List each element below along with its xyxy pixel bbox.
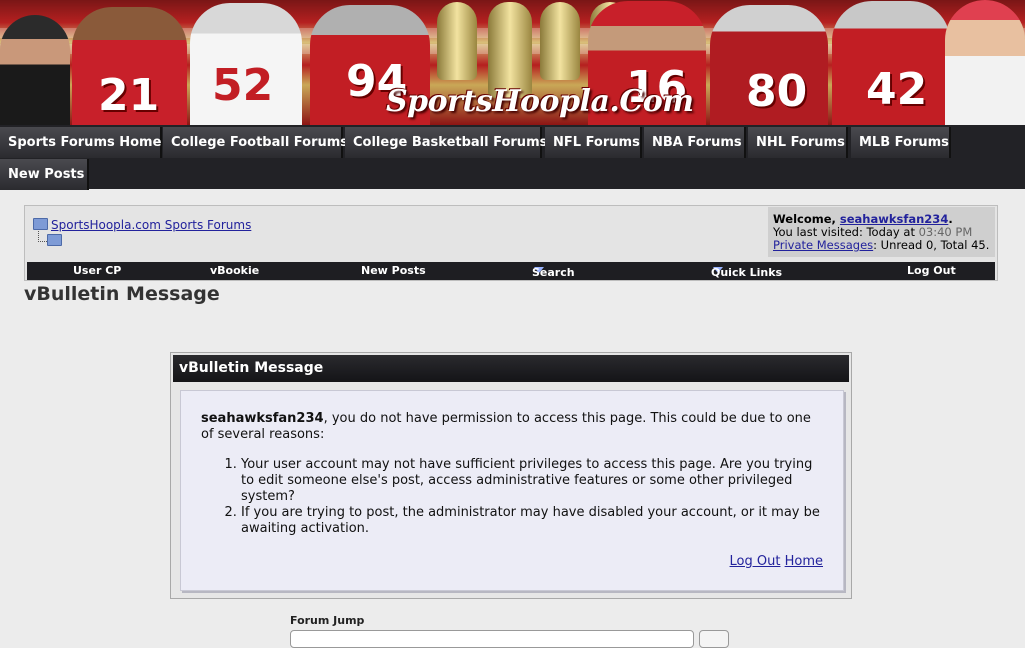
tab-nba-forums[interactable]: NBA Forums bbox=[644, 127, 746, 158]
user-cp-link[interactable]: User CP bbox=[73, 264, 121, 277]
jersey-number: 42 bbox=[866, 64, 928, 115]
page-title: vBulletin Message bbox=[24, 283, 220, 305]
tab-college-football-forums[interactable]: College Football Forums bbox=[163, 127, 348, 158]
last-visited-time: 03:40 PM bbox=[918, 225, 973, 239]
coach-photo bbox=[0, 15, 70, 125]
welcome-label: Welcome, bbox=[773, 212, 840, 226]
pm-status: : Unread 0, Total 45. bbox=[873, 238, 990, 252]
tree-line-icon bbox=[38, 231, 47, 242]
forum-jump-select[interactable] bbox=[290, 630, 694, 648]
search-label: Search bbox=[532, 266, 575, 279]
site-banner: 21 52 94 16 80 42 SportsHoopla.Com bbox=[0, 0, 1025, 125]
log-out-link[interactable]: Log Out bbox=[730, 554, 781, 569]
jersey-number: 21 bbox=[98, 70, 160, 121]
trophy-graphic bbox=[437, 2, 477, 80]
log-out-link[interactable]: Log Out bbox=[907, 264, 956, 277]
tab-sports-forums-home[interactable]: Sports Forums Home bbox=[0, 127, 162, 158]
message-panel: vBulletin Message seahawksfan234, you do… bbox=[170, 352, 852, 599]
main-nav: Sports Forums Home College Football Foru… bbox=[0, 125, 1025, 190]
open-folder-icon bbox=[47, 234, 62, 246]
reason-item: If you are trying to post, the administr… bbox=[241, 505, 823, 537]
welcome-box: Welcome, seahawksfan234. You last visite… bbox=[768, 207, 995, 257]
breadcrumb-home-link[interactable]: SportsHoopla.com Sports Forums bbox=[51, 218, 251, 232]
jersey-number: 52 bbox=[212, 60, 274, 111]
coach-photo bbox=[945, 0, 1025, 125]
forum-jump-go-button[interactable] bbox=[699, 630, 729, 648]
search-menu[interactable]: Search bbox=[532, 264, 575, 279]
tab-nhl-forums[interactable]: NHL Forums bbox=[748, 127, 848, 158]
reasons-list: Your user account may not have sufficien… bbox=[201, 457, 823, 537]
forum-jump-label: Forum Jump bbox=[290, 614, 365, 627]
reason-item: Your user account may not have sufficien… bbox=[241, 457, 823, 505]
quick-links-label: Quick Links bbox=[711, 266, 783, 279]
username-link[interactable]: seahawksfan234 bbox=[840, 212, 948, 226]
trophy-graphic bbox=[540, 2, 580, 80]
vbookie-link[interactable]: vBookie bbox=[210, 264, 259, 277]
message-intro: seahawksfan234, you do not have permissi… bbox=[201, 411, 823, 443]
new-posts-link[interactable]: New Posts bbox=[361, 264, 426, 277]
message-body: seahawksfan234, you do not have permissi… bbox=[180, 390, 844, 591]
message-title: vBulletin Message bbox=[173, 355, 849, 382]
welcome-suffix: . bbox=[948, 212, 953, 226]
tab-new-posts[interactable]: New Posts bbox=[0, 159, 89, 190]
forum-header: SportsHoopla.com Sports Forums Welcome, … bbox=[24, 205, 998, 281]
tab-nfl-forums[interactable]: NFL Forums bbox=[545, 127, 642, 158]
jersey-number: 80 bbox=[746, 66, 808, 117]
sub-nav: User CP vBookie New Posts Search Quick L… bbox=[27, 262, 995, 280]
message-username: seahawksfan234 bbox=[201, 411, 324, 426]
private-messages-link[interactable]: Private Messages bbox=[773, 238, 873, 252]
tab-mlb-forums[interactable]: MLB Forums bbox=[851, 127, 951, 158]
home-link[interactable]: Home bbox=[785, 554, 823, 569]
quick-links-menu[interactable]: Quick Links bbox=[711, 264, 782, 279]
folder-icon bbox=[33, 218, 48, 230]
breadcrumb: SportsHoopla.com Sports Forums bbox=[33, 218, 251, 232]
site-logo-text[interactable]: SportsHoopla.Com bbox=[386, 84, 694, 119]
message-links: Log Out Home bbox=[730, 554, 823, 570]
tab-college-basketball-forums[interactable]: College Basketball Forums bbox=[345, 127, 547, 158]
last-visited-label: You last visited: Today at bbox=[773, 225, 919, 239]
